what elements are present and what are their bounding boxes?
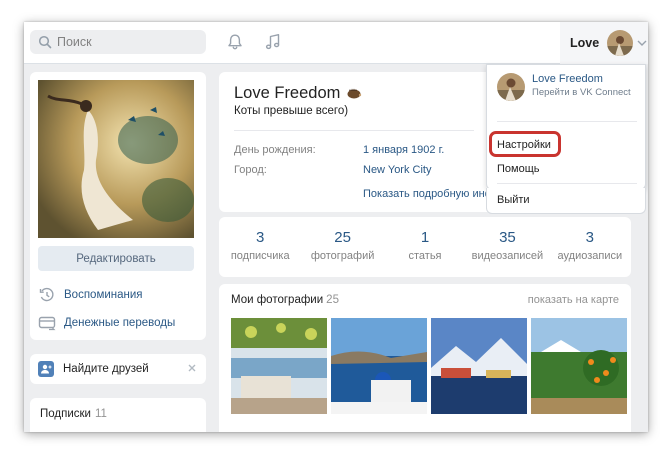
money-transfer-icon <box>38 316 56 331</box>
dropdown-avatar[interactable] <box>497 73 525 101</box>
divider <box>234 130 474 131</box>
counter-label: видеозаписей <box>471 250 544 262</box>
counters-card: 3 подписчика 25 фотографий 1 статья 35 в… <box>219 217 631 277</box>
counter-label: статья <box>408 250 442 262</box>
find-friends-card[interactable]: Найдите друзей <box>30 354 206 384</box>
counter-label: аудиозаписи <box>557 250 623 262</box>
clock-history-icon <box>39 287 54 302</box>
counter-label: фотографий <box>310 250 375 262</box>
money-transfers-label: Денежные переводы <box>64 317 176 329</box>
subscriptions-count: 11 <box>94 408 107 420</box>
counter-articles[interactable]: 1 статья <box>384 217 466 277</box>
photos-count: 25 <box>326 294 339 306</box>
user-dropdown-menu: Love Freedom Перейти в VK Connect Настро… <box>486 64 646 190</box>
my-photos-card: Мои фотографии 25 показать на карте <box>219 284 631 432</box>
photo-thumbnail[interactable] <box>231 318 327 414</box>
photo-thumbnail[interactable] <box>431 318 527 414</box>
profile-name: Love Freedom <box>234 84 341 102</box>
counter-number: 25 <box>334 229 351 246</box>
show-on-map-link[interactable]: показать на карте <box>528 294 619 306</box>
search-input[interactable] <box>57 35 197 49</box>
money-transfers-link[interactable]: Денежные переводы <box>38 314 175 332</box>
user-menu-toggle[interactable]: Love <box>560 22 648 64</box>
profile-photo[interactable] <box>38 80 194 238</box>
memories-label: Воспоминания <box>64 289 143 301</box>
menu-item-settings[interactable]: Настройки <box>497 139 551 151</box>
find-friends-label: Найдите друзей <box>63 363 149 375</box>
counter-number: 1 <box>420 229 430 246</box>
photos-title-row[interactable]: Мои фотографии 25 <box>231 294 339 306</box>
profile-avatar-card: Редактировать Воспоминания Денежные пере… <box>30 72 206 340</box>
profile-name-row: Love Freedom <box>234 84 362 103</box>
profile-status: Коты превыше всего) <box>234 105 349 117</box>
subscriptions-label: Подписки <box>40 408 91 420</box>
counter-number: 35 <box>499 229 516 246</box>
dropdown-user-name[interactable]: Love Freedom <box>532 73 603 85</box>
close-icon[interactable] <box>186 362 198 374</box>
header-avatar <box>607 30 634 56</box>
counter-audio[interactable]: 3 аудиозаписи <box>549 217 631 277</box>
birthday-label: День рождения: <box>234 144 316 156</box>
top-header: Love <box>24 22 648 64</box>
photo-thumbnail[interactable] <box>331 318 427 414</box>
city-label: Город: <box>234 164 267 176</box>
search-icon <box>38 35 52 49</box>
counter-label: подписчика <box>230 250 290 262</box>
divider <box>497 121 637 122</box>
photo-thumbnail[interactable] <box>531 318 627 414</box>
header-user-name: Love <box>570 36 600 50</box>
vk-window: Love <box>24 22 648 432</box>
add-friend-icon <box>38 361 54 377</box>
counter-followers[interactable]: 3 подписчика <box>219 217 301 277</box>
edit-profile-button[interactable]: Редактировать <box>38 246 194 271</box>
photos-title: Мои фотографии <box>231 294 324 306</box>
bell-icon[interactable] <box>226 33 244 51</box>
counter-number: 3 <box>585 229 594 246</box>
menu-item-help[interactable]: Помощь <box>497 163 540 175</box>
vk-connect-link[interactable]: Перейти в VK Connect <box>532 87 631 98</box>
search-box[interactable] <box>30 30 206 54</box>
counter-photos[interactable]: 25 фотографий <box>301 217 383 277</box>
birthday-value[interactable]: 1 января 1902 г. <box>363 144 444 156</box>
divider <box>497 183 637 184</box>
music-icon[interactable] <box>264 33 282 51</box>
counter-videos[interactable]: 35 видеозаписей <box>466 217 548 277</box>
city-value[interactable]: New York City <box>363 164 431 176</box>
counter-number: 3 <box>256 229 265 246</box>
menu-item-logout[interactable]: Выйти <box>486 188 646 214</box>
hedgehog-emoji-icon <box>347 88 362 99</box>
memories-link[interactable]: Воспоминания <box>38 286 143 304</box>
chevron-down-icon <box>637 40 647 46</box>
subscriptions-card[interactable]: Подписки 11 <box>30 398 206 432</box>
